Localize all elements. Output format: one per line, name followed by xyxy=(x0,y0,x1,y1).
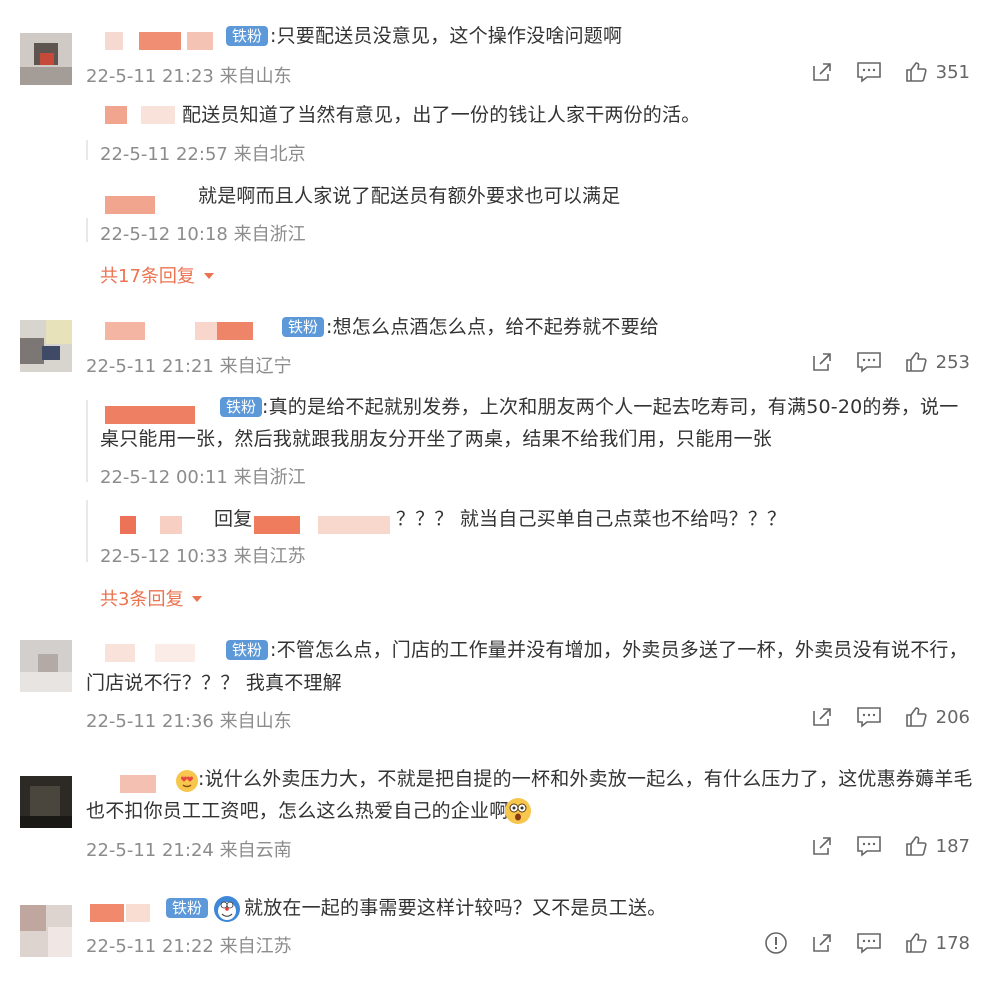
dropdown-arrow-icon xyxy=(203,273,214,279)
avatar[interactable] xyxy=(20,33,72,85)
reply-to-username-blurred[interactable] xyxy=(254,514,394,534)
comment-text-line2: 门店说不行？？？ 我真不理解 xyxy=(86,672,342,694)
share-button[interactable] xyxy=(810,931,834,955)
comment-text: :只要配送员没意见，这个操作没啥问题啊 xyxy=(270,25,623,47)
share-button[interactable] xyxy=(810,834,834,858)
like-icon xyxy=(905,352,927,372)
reply-text-line2: 桌只能用一张，然后我就跟我朋友分开坐了两桌，结果不给我们用，只能用一张 xyxy=(100,428,773,450)
comment-button[interactable] xyxy=(856,834,882,858)
comment-meta: 22-5-11 21:21 来自辽宁 xyxy=(86,356,292,377)
reply-divider xyxy=(86,140,88,160)
share-button[interactable] xyxy=(810,705,834,729)
reply-meta: 22-5-12 10:33 来自江苏 xyxy=(100,546,306,567)
comment-text-line1: :说什么外卖压力大，不就是把自提的一杯和外卖放一起么，有什么压力了，这优惠券薅羊… xyxy=(198,768,973,790)
like-count: 351 xyxy=(935,61,970,83)
fan-badge: 铁粉 xyxy=(226,640,269,660)
comment-icon xyxy=(856,707,881,728)
comment-actions: 351 xyxy=(788,58,970,86)
username-blurred[interactable] xyxy=(105,30,220,50)
avatar[interactable] xyxy=(20,640,72,692)
shocked-emoji-icon xyxy=(505,798,531,824)
more-replies-link[interactable]: 共3条回复 xyxy=(100,585,203,611)
share-icon xyxy=(812,63,831,81)
avatar[interactable] xyxy=(20,320,72,372)
reply-meta: 22-5-12 00:11 来自浙江 xyxy=(100,467,306,488)
like-count: 253 xyxy=(935,351,970,373)
like-icon xyxy=(905,62,927,82)
share-button[interactable] xyxy=(810,350,834,374)
doraemon-emoji-icon xyxy=(214,896,240,922)
report-button[interactable] xyxy=(764,931,788,955)
avatar[interactable] xyxy=(20,776,72,828)
reply-text-line1: :真的是给不起就别发券，上次和朋友两个人一起去吃寿司，有满50-20的券，说一 xyxy=(262,396,959,418)
comment-meta: 22-5-11 21:23 来自山东 xyxy=(86,66,292,87)
like-button[interactable]: 178 xyxy=(904,931,970,955)
avatar[interactable] xyxy=(20,905,72,957)
share-icon xyxy=(812,837,831,855)
comment-text-line2: 也不扣你员工工资吧，怎么这么热爱自己的企业啊 xyxy=(86,800,509,822)
comment-text: :想怎么点酒怎么点，给不起券就不要给 xyxy=(326,316,660,338)
username-blurred[interactable] xyxy=(105,642,220,662)
like-count: 187 xyxy=(935,835,970,857)
comment-button[interactable] xyxy=(856,350,882,374)
reply-meta: 22-5-11 22:57 来自北京 xyxy=(100,144,306,165)
like-icon xyxy=(905,707,927,727)
more-replies-label: 共17条回复 xyxy=(100,266,195,287)
comment-text: 就放在一起的事需要这样计较吗？又不是员工送。 xyxy=(244,897,667,919)
comment-actions: 253 xyxy=(788,348,970,376)
username-blurred[interactable] xyxy=(105,320,275,340)
share-icon xyxy=(812,708,831,726)
like-button[interactable]: 351 xyxy=(904,60,970,84)
dropdown-arrow-icon xyxy=(192,596,203,602)
comment-button[interactable] xyxy=(856,931,882,955)
reply-username-blurred[interactable] xyxy=(105,404,215,424)
comment-meta: 22-5-11 21:24 来自云南 xyxy=(86,840,292,861)
reply-divider xyxy=(86,218,88,242)
comment-meta: 22-5-11 21:36 来自山东 xyxy=(86,711,292,732)
comment-icon xyxy=(856,62,881,83)
comment-button[interactable] xyxy=(856,705,882,729)
fan-badge: 铁粉 xyxy=(220,397,263,417)
comment-actions: 178 xyxy=(742,929,970,957)
like-button[interactable]: 206 xyxy=(904,705,970,729)
reply-text: ？？？ 就当自己买单自己点菜也不给吗？？？ xyxy=(396,508,787,530)
more-replies-link[interactable]: 共17条回复 xyxy=(100,262,215,288)
comment-icon xyxy=(856,933,881,954)
reply-username-blurred[interactable] xyxy=(105,104,180,124)
more-replies-label: 共3条回复 xyxy=(100,589,184,610)
reply-username-blurred[interactable] xyxy=(120,514,220,534)
reply-divider xyxy=(86,500,88,562)
share-icon xyxy=(812,353,831,371)
reply-username-blurred[interactable] xyxy=(105,194,195,214)
comment-text-line1: :不管怎么点，门店的工作量并没有增加，外卖员多送了一杯，外卖员没有说不行， xyxy=(270,639,968,661)
fan-badge: 铁粉 xyxy=(282,317,325,337)
fan-badge: 铁粉 xyxy=(226,26,269,46)
like-button[interactable]: 253 xyxy=(904,350,970,374)
comment-meta: 22-5-11 21:22 来自江苏 xyxy=(86,936,292,957)
comment-icon xyxy=(856,836,881,857)
like-count: 178 xyxy=(935,932,970,954)
reply-prefix: 回复 xyxy=(214,508,253,530)
comment-button[interactable] xyxy=(856,60,882,84)
like-icon xyxy=(905,836,927,856)
reply-text: 配送员知道了当然有意见，出了一份的钱让人家干两份的活。 xyxy=(182,104,701,126)
comment-icon xyxy=(856,352,881,373)
report-icon xyxy=(764,932,787,954)
comment-actions: 187 xyxy=(788,832,970,860)
share-button[interactable] xyxy=(810,60,834,84)
reply-divider xyxy=(86,400,88,482)
like-button[interactable]: 187 xyxy=(904,834,970,858)
like-count: 206 xyxy=(935,706,970,728)
username-blurred[interactable] xyxy=(120,773,170,793)
fan-badge: 铁粉 xyxy=(166,898,209,918)
like-icon xyxy=(905,933,927,953)
reply-meta: 22-5-12 10:18 来自浙江 xyxy=(100,224,306,245)
comment-actions: 206 xyxy=(788,703,970,731)
reply-text: 就是啊而且人家说了配送员有额外要求也可以满足 xyxy=(198,185,621,207)
heart-eyes-emoji-icon xyxy=(176,770,198,792)
username-blurred[interactable] xyxy=(90,902,160,922)
share-icon xyxy=(812,934,831,952)
